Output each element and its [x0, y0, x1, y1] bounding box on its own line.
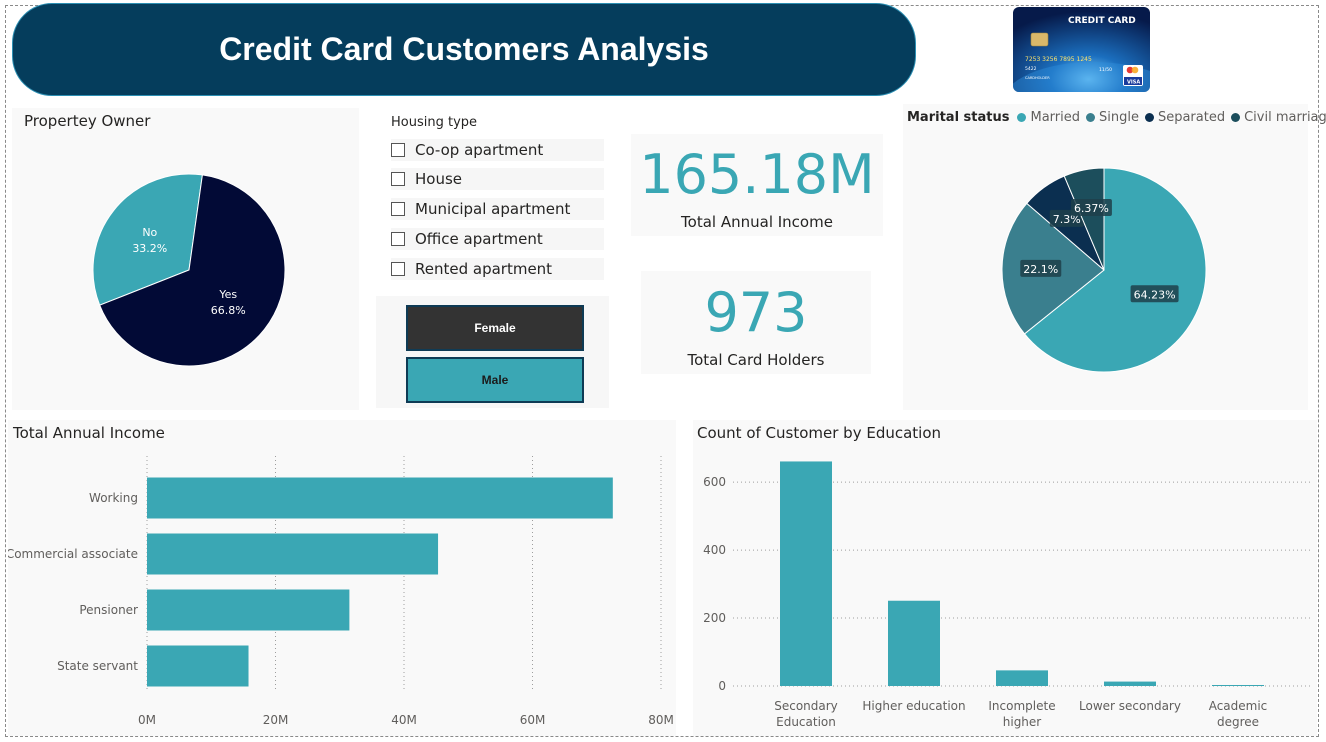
- y-tick-label: Working: [89, 491, 138, 505]
- property-owner-pie: No 33.2% Yes 66.8%: [92, 173, 286, 367]
- pie-label-no: No: [142, 226, 157, 239]
- y-tick-label: Pensioner: [79, 603, 138, 617]
- bar-secondary-education[interactable]: [780, 461, 832, 686]
- pie-label-yes: Yes: [218, 288, 237, 301]
- female-button[interactable]: Female: [406, 305, 584, 351]
- y-tick-label: 400: [703, 543, 726, 557]
- housing-option-label: Municipal apartment: [415, 200, 571, 218]
- holders-kpi-value: 973: [704, 281, 808, 344]
- pie-value-civil-marriage: 6.37%: [1074, 202, 1109, 215]
- bar-working[interactable]: [147, 477, 613, 519]
- income-kpi-label: Total Annual Income: [681, 213, 833, 231]
- credit-card-image: CREDIT CARD 7253 3256 7895 1245 5422 11/…: [1013, 7, 1150, 92]
- x-tick-label: Academic degree: [1209, 699, 1268, 729]
- housing-option-municipal[interactable]: Municipal apartment: [391, 198, 604, 220]
- x-tick-label: 40M: [391, 713, 417, 727]
- card-expiry: 11/50: [1099, 67, 1112, 73]
- housing-option-rented[interactable]: Rented apartment: [391, 258, 604, 280]
- x-tick-label: Incomplete higher: [988, 699, 1055, 729]
- y-tick-label: Commercial associate: [8, 547, 138, 561]
- report-title: Credit Card Customers Analysis: [219, 31, 709, 67]
- checkbox-icon[interactable]: [391, 202, 405, 216]
- bar-commercial-associate[interactable]: [147, 533, 439, 575]
- card-number: 7253 3256 7895 1245: [1025, 56, 1092, 63]
- holders-kpi-label: Total Card Holders: [687, 351, 825, 369]
- checkbox-icon[interactable]: [391, 232, 405, 246]
- y-tick-label: 0: [718, 679, 726, 693]
- bar-pensioner[interactable]: [147, 589, 350, 631]
- x-tick-label: 0M: [138, 713, 156, 727]
- checkbox-icon[interactable]: [391, 143, 405, 157]
- x-tick-label: Higher education: [862, 699, 965, 713]
- x-tick-label: Secondary Education: [774, 699, 838, 729]
- x-tick-label: 60M: [520, 713, 546, 727]
- pie-value-married: 64.23%: [1134, 288, 1176, 301]
- housing-option-house[interactable]: House: [391, 168, 604, 190]
- male-button[interactable]: Male: [406, 357, 584, 403]
- housing-option-label: Co-op apartment: [415, 141, 544, 159]
- housing-option-label: Rented apartment: [415, 260, 553, 278]
- card-brand: VISA: [1127, 80, 1140, 86]
- bar-higher-education[interactable]: [888, 600, 940, 686]
- x-tick-label: 80M: [648, 713, 674, 727]
- checkbox-icon[interactable]: [391, 262, 405, 276]
- y-tick-label: State servant: [57, 659, 138, 673]
- card-label: CREDIT CARD: [1068, 16, 1136, 26]
- report-title-banner: Credit Card Customers Analysis: [12, 3, 916, 96]
- bar-lower-secondary[interactable]: [1104, 681, 1156, 686]
- x-tick-label: Lower secondary: [1079, 699, 1181, 713]
- bar-incomplete-higher[interactable]: [996, 670, 1048, 686]
- housing-option-coop[interactable]: Co-op apartment: [391, 139, 604, 161]
- card-digits: 5422: [1025, 66, 1037, 72]
- card-holder: CARDHOLDER: [1025, 76, 1050, 80]
- education-column-chart: 0 200 400 600 Secondary Education Higher educa…: [703, 461, 1311, 729]
- housing-option-label: House: [415, 170, 463, 188]
- bar-academic-degree[interactable]: [1212, 685, 1264, 686]
- income-kpi-value: 165.18M: [639, 143, 875, 206]
- income-bar-chart: 0M 20M 40M 60M 80M Working Commercial associat…: [8, 456, 674, 727]
- y-tick-label: 600: [703, 475, 726, 489]
- housing-option-label: Office apartment: [415, 230, 543, 248]
- pie-value-no: 33.2%: [132, 242, 167, 255]
- bar-state-servant[interactable]: [147, 645, 249, 687]
- pie-value-single: 22.1%: [1023, 263, 1058, 276]
- housing-type-title: Housing type: [391, 115, 478, 130]
- y-tick-label: 200: [703, 611, 726, 625]
- x-tick-label: 20M: [263, 713, 289, 727]
- marital-status-pie: 64.23%22.1%7.3%6.37%: [1001, 167, 1207, 373]
- pie-value-yes: 66.8%: [211, 304, 246, 317]
- housing-option-office[interactable]: Office apartment: [391, 228, 604, 250]
- checkbox-icon[interactable]: [391, 172, 405, 186]
